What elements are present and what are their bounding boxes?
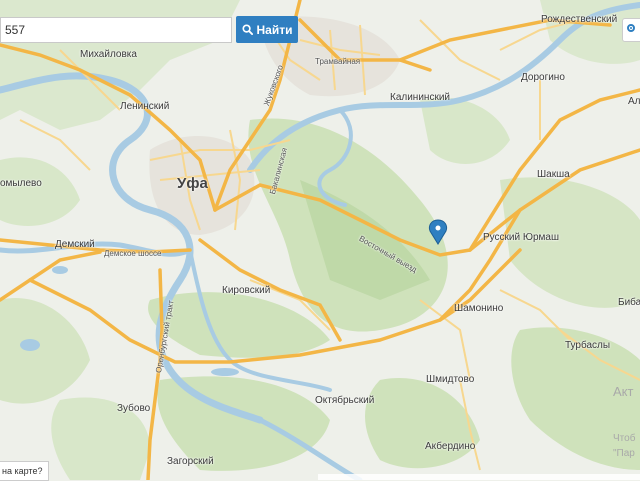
place-label-ufa: Уфа bbox=[177, 175, 208, 192]
activation-watermark: Акт bbox=[613, 384, 634, 399]
place-label-omylevo: омылево bbox=[0, 178, 42, 189]
place-label-zubovo: Зубово bbox=[117, 403, 151, 414]
place-label-kirovsky: Кировский bbox=[222, 285, 271, 296]
place-label-kalininsky: Калининский bbox=[390, 92, 450, 103]
place-label-demsky: Демский bbox=[55, 239, 95, 250]
place-label-dorogino: Дорогино bbox=[521, 72, 565, 83]
search-box bbox=[0, 17, 232, 43]
place-label-shaksha: Шакша bbox=[537, 169, 570, 180]
place-label-russky-yurmash: Русский Юрмаш bbox=[483, 232, 560, 243]
search-button-label: Найти bbox=[256, 22, 293, 37]
place-label-rozhdestvensky: Рождественский bbox=[541, 14, 618, 25]
attribution-bar bbox=[318, 474, 640, 480]
place-label-leninsky: Ленинский bbox=[120, 101, 170, 112]
place-label-al: Ал bbox=[628, 96, 640, 107]
place-label-bibas: Бибас bbox=[618, 297, 640, 308]
watermark-line-2: "Пар bbox=[613, 448, 635, 459]
search-icon bbox=[241, 24, 253, 35]
road-label-tramvaynaya: Трамвайная bbox=[315, 57, 361, 66]
search-input[interactable] bbox=[1, 18, 229, 42]
place-label-shamonino: Шамонино bbox=[454, 303, 504, 314]
place-label-akberdino: Акбердино bbox=[425, 441, 476, 452]
place-label-zagorsky: Загорский bbox=[167, 456, 214, 467]
place-label-turbasly: Турбаслы bbox=[565, 340, 611, 351]
map-layer-toggle[interactable] bbox=[622, 18, 640, 42]
road-label-demskoe-shosse: Демское шоссе bbox=[104, 249, 162, 258]
radio-icon bbox=[627, 24, 635, 32]
watermark-line-1: Чтоб bbox=[613, 433, 636, 444]
search-button[interactable]: Найти bbox=[236, 16, 298, 43]
place-label-oktyabrsky: Октябрьский bbox=[315, 395, 375, 406]
place-label-mikhailovka: Михайловка bbox=[80, 49, 137, 60]
report-error-link[interactable]: на карте? bbox=[0, 461, 50, 481]
place-label-shmidtovo: Шмидтово bbox=[426, 374, 475, 385]
